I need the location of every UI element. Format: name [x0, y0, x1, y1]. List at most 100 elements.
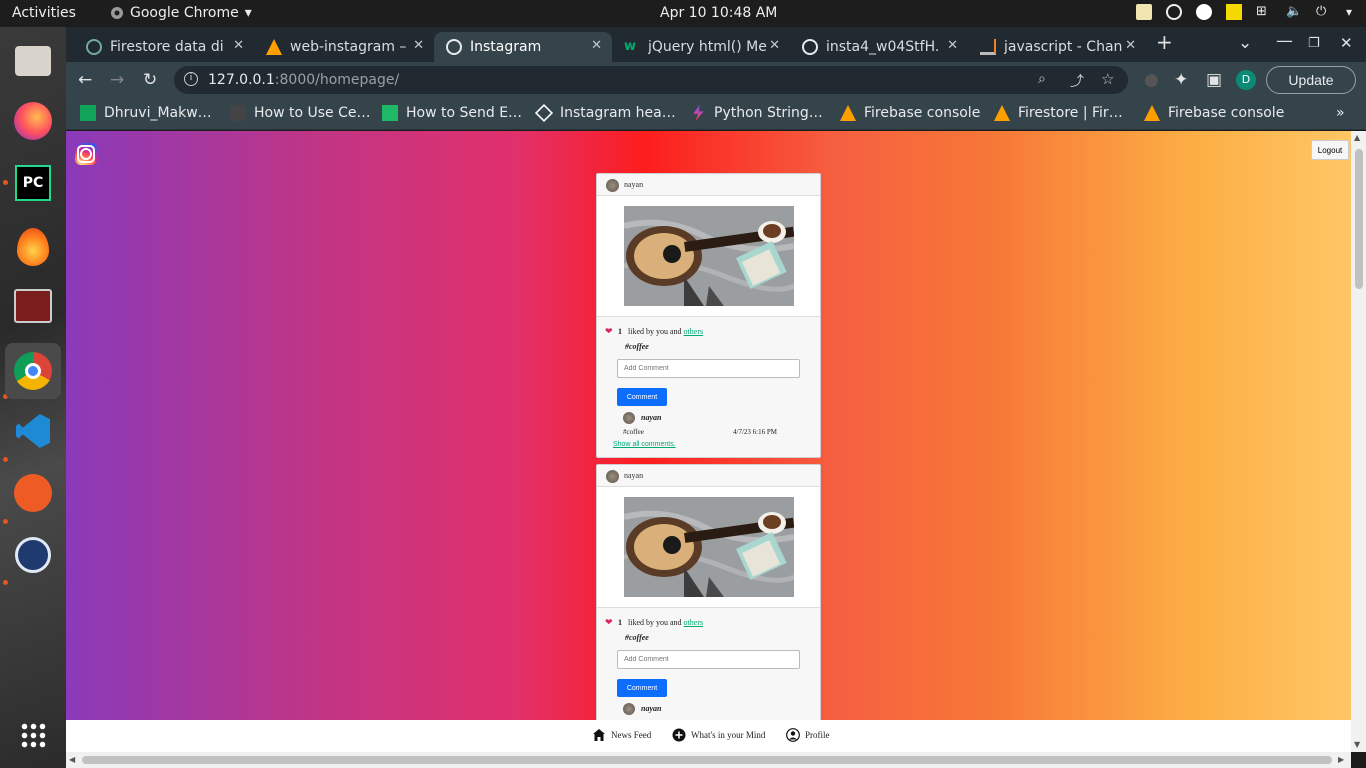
terminal-icon [382, 105, 398, 121]
notes-icon[interactable] [1225, 4, 1242, 20]
profile-avatar[interactable]: D [1236, 70, 1256, 90]
nav-news-feed[interactable]: News Feed [592, 728, 651, 742]
avatar[interactable] [606, 179, 619, 192]
system-top-bar: Activities Google Chrome ▾ Apr 10 10:48 … [0, 0, 1366, 27]
post-body: ❤ 1 liked by you and others #coffee Comm… [597, 608, 820, 720]
bookmark-item[interactable]: Dhruvi_Makw… [80, 105, 212, 121]
update-button[interactable]: Update [1266, 66, 1356, 94]
bookmark-item[interactable]: Firebase console [1144, 105, 1284, 121]
post-caption: #coffee [625, 342, 649, 351]
terminal-app-icon[interactable] [9, 282, 57, 330]
postman-icon[interactable] [9, 469, 57, 517]
app-menu[interactable]: Google Chrome ▾ [110, 5, 252, 21]
post-image[interactable] [624, 497, 794, 597]
chrome-icon[interactable] [5, 343, 61, 399]
close-window-icon[interactable]: ✕ [1340, 33, 1353, 53]
bookmark-star-icon[interactable]: ☆ [1101, 70, 1114, 88]
comment-input[interactable] [617, 359, 800, 378]
tab-web-instagram[interactable]: web-instagram – ✕ [254, 32, 434, 62]
files-icon[interactable] [9, 37, 57, 85]
url-text[interactable]: 127.0.0.1:8000/homepage/ [208, 72, 399, 88]
clock[interactable]: Apr 10 10:48 AM [660, 5, 777, 21]
scroll-right-icon[interactable]: ▶ [1338, 755, 1344, 764]
like-count: 1 [618, 327, 622, 336]
post-username[interactable]: nayan [624, 180, 643, 189]
address-bar[interactable]: i 127.0.0.1:8000/homepage/ ⌕ ⤴ ☆ [174, 66, 1128, 94]
skype-icon[interactable] [1195, 4, 1212, 20]
side-panel-icon[interactable]: ▣ [1206, 70, 1222, 90]
bookmark-item[interactable]: Instagram hea… [534, 103, 676, 123]
tab-instagram[interactable]: Instagram ✕ [434, 32, 612, 62]
vertical-scrollbar[interactable]: ▲ ▼ [1351, 131, 1366, 752]
vscode-icon[interactable] [9, 407, 57, 455]
comment-username[interactable]: nayan [641, 413, 661, 422]
forward-icon[interactable]: → [110, 70, 124, 90]
power-icon[interactable]: ⏻ [1316, 4, 1332, 20]
tab-javascript-change[interactable]: javascript - Chan ✕ [968, 32, 1146, 62]
nav-whats-in-mind[interactable]: What's in your Mind [672, 728, 765, 742]
system-tray[interactable]: ⊞ 🔈 ⏻ ▾ [1135, 4, 1352, 20]
scroll-left-icon[interactable]: ◀ [69, 755, 75, 764]
tab-search-icon[interactable]: ⌄ [1238, 33, 1252, 53]
network-icon[interactable]: ⊞ [1256, 4, 1272, 20]
chevron-down-icon[interactable]: ▾ [1346, 5, 1352, 19]
tab-jquery-html[interactable]: w jQuery html() Me ✕ [612, 32, 790, 62]
comment-button[interactable]: Comment [617, 388, 667, 406]
bookmark-item[interactable]: Python String… [690, 105, 823, 121]
reload-icon[interactable]: ↻ [143, 70, 157, 90]
close-icon[interactable]: ✕ [591, 38, 602, 53]
back-icon[interactable]: ← [78, 70, 92, 90]
others-link[interactable]: others [684, 618, 704, 627]
post-card: nayan ❤ 1 liked by you and others #coffe… [596, 464, 821, 720]
show-all-comments-link[interactable]: Show all comments. [613, 441, 676, 448]
bookmark-item[interactable]: How to Use Ce… [230, 105, 371, 121]
more-bookmarks-icon[interactable]: » [1336, 105, 1345, 121]
close-icon[interactable]: ✕ [413, 38, 424, 53]
avatar[interactable] [606, 470, 619, 483]
tab-firestore-data[interactable]: Firestore data di ✕ [74, 32, 254, 62]
comment-input[interactable] [617, 650, 800, 669]
firefox-icon[interactable] [9, 97, 57, 145]
post-username[interactable]: nayan [624, 471, 643, 480]
activities-button[interactable]: Activities [12, 5, 76, 21]
pycharm-icon[interactable]: PC [9, 159, 57, 207]
close-icon[interactable]: ✕ [947, 38, 958, 53]
horizontal-scrollbar[interactable]: ◀ ▶ [66, 752, 1351, 768]
comment-username[interactable]: nayan [641, 704, 661, 713]
maximize-icon[interactable]: ❐ [1308, 34, 1320, 54]
close-icon[interactable]: ✕ [769, 38, 780, 53]
others-link[interactable]: others [684, 327, 704, 336]
time-tracker-icon[interactable] [9, 531, 57, 579]
comment-timestamp: 4/7/23 6:16 PM [733, 428, 777, 436]
heart-icon[interactable]: ❤ [605, 326, 613, 337]
bookmark-item[interactable]: How to Send E… [382, 105, 522, 121]
show-apps-icon[interactable] [9, 711, 57, 759]
hotspot-shield-icon[interactable] [9, 223, 57, 271]
zoom-icon[interactable]: ⌕ [1038, 71, 1046, 87]
extension-bug-icon[interactable]: ● [1144, 70, 1159, 90]
post-body: ❤ 1 liked by you and others #coffee Comm… [597, 317, 820, 457]
post-image[interactable] [624, 206, 794, 306]
logout-button[interactable]: Logout [1311, 140, 1349, 160]
comment-button[interactable]: Comment [617, 679, 667, 697]
vpn-icon[interactable] [1135, 4, 1152, 20]
scroll-up-icon[interactable]: ▲ [1354, 133, 1360, 142]
extensions-icon[interactable]: ✦ [1174, 70, 1188, 90]
minimize-icon[interactable]: — [1276, 31, 1293, 51]
scroll-down-icon[interactable]: ▼ [1354, 740, 1360, 749]
scrollbar-thumb[interactable] [1355, 149, 1363, 289]
tab-insta4[interactable]: insta4_w04StfH. ✕ [790, 32, 968, 62]
scrollbar-thumb[interactable] [82, 756, 1332, 764]
share-icon[interactable]: ⤴ [1070, 71, 1084, 91]
timer-icon[interactable] [1165, 4, 1182, 20]
bookmark-item[interactable]: Firestore | Fir… [994, 105, 1123, 121]
nav-profile[interactable]: Profile [786, 728, 830, 742]
volume-icon[interactable]: 🔈 [1286, 4, 1302, 20]
heart-icon[interactable]: ❤ [605, 617, 613, 628]
bookmark-item[interactable]: Firebase console [840, 105, 980, 121]
info-icon[interactable]: i [184, 72, 198, 86]
close-icon[interactable]: ✕ [1125, 38, 1136, 53]
instagram-logo-icon[interactable] [75, 143, 97, 165]
close-icon[interactable]: ✕ [233, 38, 244, 53]
new-tab-icon[interactable]: + [1156, 32, 1173, 52]
